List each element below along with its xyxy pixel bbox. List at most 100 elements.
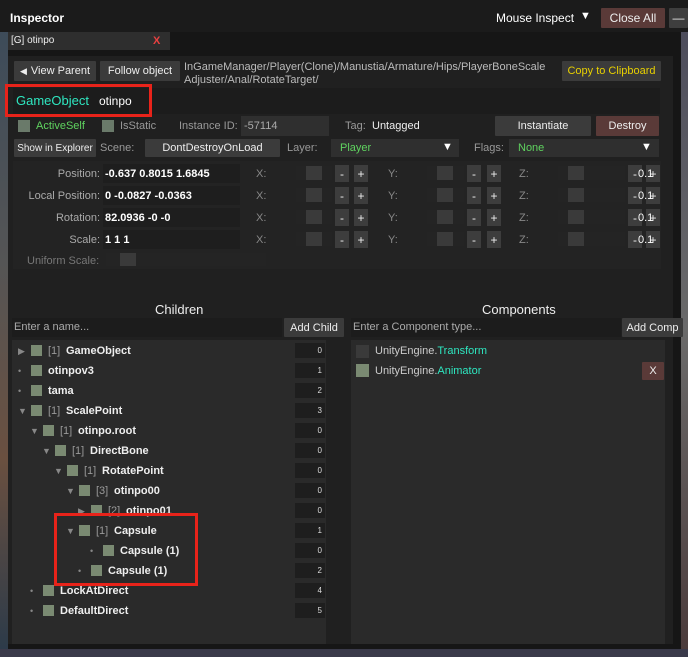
- axis-slider-knob[interactable]: [306, 188, 322, 202]
- transform-component-checkbox[interactable]: [356, 345, 369, 358]
- axis-slider-knob[interactable]: [306, 232, 322, 246]
- bullet-icon: •: [18, 366, 22, 376]
- expand-arrow-icon[interactable]: ▼: [42, 446, 51, 456]
- increment-button[interactable]: +: [487, 165, 501, 182]
- components-header: Components: [482, 302, 556, 317]
- scene-label: Scene:: [100, 142, 135, 154]
- child-sibling-index[interactable]: 0: [295, 443, 325, 458]
- child-active-checkbox[interactable]: [43, 585, 54, 596]
- child-item-6[interactable]: ▼ [1] RotatePoint 0: [12, 461, 325, 481]
- animator-component-checkbox[interactable]: [356, 364, 369, 377]
- child-sibling-index[interactable]: 2: [295, 563, 325, 578]
- transform-component-label[interactable]: UnityEngine.Transform: [375, 346, 487, 357]
- axis-slider-knob[interactable]: [306, 166, 322, 180]
- child-sibling-index[interactable]: 0: [295, 543, 325, 558]
- minimize-button[interactable]: —: [669, 8, 688, 28]
- decrement-button[interactable]: -: [335, 165, 349, 182]
- child-item-2[interactable]: • tama 2: [12, 381, 325, 401]
- tag-value[interactable]: Untagged: [372, 121, 420, 132]
- child-active-checkbox[interactable]: [31, 365, 42, 376]
- child-item-3[interactable]: ▼ [1] ScalePoint 3: [12, 401, 325, 421]
- expand-arrow-icon[interactable]: ▼: [30, 426, 39, 436]
- uniform-scale-knob[interactable]: [120, 253, 136, 266]
- step-value[interactable]: 0.1: [638, 213, 653, 224]
- show-in-explorer-button[interactable]: Show in Explorer: [14, 139, 96, 157]
- add-component-button[interactable]: Add Comp: [622, 318, 683, 337]
- add-child-button[interactable]: Add Child: [284, 318, 344, 337]
- child-item-13[interactable]: • DefaultDirect 5: [12, 601, 325, 621]
- dropdown-arrow-icon[interactable]: ▼: [580, 11, 591, 22]
- child-sibling-index[interactable]: 3: [295, 403, 325, 418]
- child-sibling-index[interactable]: 0: [295, 343, 325, 358]
- axis-slider-knob[interactable]: [568, 166, 584, 180]
- child-sibling-index[interactable]: 4: [295, 583, 325, 598]
- transform-row-value: 0 -0.0827 -0.0363: [105, 190, 192, 202]
- expand-arrow-icon[interactable]: ▼: [18, 406, 27, 416]
- axis-slider-knob[interactable]: [568, 210, 584, 224]
- child-active-checkbox[interactable]: [31, 385, 42, 396]
- increment-button[interactable]: +: [354, 209, 368, 226]
- increment-button[interactable]: +: [354, 187, 368, 204]
- copy-to-clipboard-button[interactable]: Copy to Clipboard: [562, 61, 661, 81]
- child-sibling-index[interactable]: 0: [295, 463, 325, 478]
- increment-button[interactable]: +: [487, 209, 501, 226]
- child-active-checkbox[interactable]: [43, 605, 54, 616]
- child-sibling-index[interactable]: 0: [295, 423, 325, 438]
- child-active-checkbox[interactable]: [67, 465, 78, 476]
- is-static-checkbox[interactable]: [102, 120, 114, 132]
- child-item-0[interactable]: ▶ [1] GameObject 0: [12, 341, 325, 361]
- remove-animator-button[interactable]: X: [642, 362, 664, 380]
- axis-label: X:: [256, 212, 267, 224]
- step-value[interactable]: 0.1: [638, 235, 653, 246]
- decrement-button[interactable]: -: [467, 231, 481, 248]
- flags-dropdown-arrow-icon: ▼: [641, 141, 652, 153]
- axis-slider-knob[interactable]: [437, 188, 453, 202]
- decrement-button[interactable]: -: [467, 165, 481, 182]
- increment-button[interactable]: +: [487, 231, 501, 248]
- decrement-button[interactable]: -: [467, 209, 481, 226]
- close-all-button[interactable]: Close All: [601, 8, 665, 28]
- active-self-checkbox[interactable]: [18, 120, 30, 132]
- decrement-button[interactable]: -: [467, 187, 481, 204]
- child-sibling-index[interactable]: 0: [295, 483, 325, 498]
- axis-slider-knob[interactable]: [568, 188, 584, 202]
- child-item-1[interactable]: • otinpov3 1: [12, 361, 325, 381]
- axis-slider-knob[interactable]: [306, 210, 322, 224]
- child-active-checkbox[interactable]: [31, 405, 42, 416]
- expand-arrow-icon[interactable]: ▼: [54, 466, 63, 476]
- destroy-button[interactable]: Destroy: [596, 116, 659, 136]
- increment-button[interactable]: +: [354, 165, 368, 182]
- expand-arrow-icon[interactable]: ▼: [66, 486, 75, 496]
- decrement-button[interactable]: -: [335, 187, 349, 204]
- step-value[interactable]: 0.1: [638, 169, 653, 180]
- child-item-5[interactable]: ▼ [1] DirectBone 0: [12, 441, 325, 461]
- view-parent-button[interactable]: ◀ View Parent: [14, 61, 96, 81]
- decrement-button[interactable]: -: [335, 209, 349, 226]
- axis-slider-knob[interactable]: [568, 232, 584, 246]
- mouse-inspect-dropdown[interactable]: Mouse Inspect: [496, 12, 574, 24]
- child-sibling-index[interactable]: 5: [295, 603, 325, 618]
- axis-slider-knob[interactable]: [437, 166, 453, 180]
- child-active-checkbox[interactable]: [43, 425, 54, 436]
- tab-close-icon[interactable]: X: [153, 36, 160, 47]
- child-sibling-index[interactable]: 2: [295, 383, 325, 398]
- decrement-button[interactable]: -: [335, 231, 349, 248]
- increment-button[interactable]: +: [354, 231, 368, 248]
- child-sibling-index[interactable]: 0: [295, 503, 325, 518]
- child-item-7[interactable]: ▼ [3] otinpo00 0: [12, 481, 325, 501]
- child-active-checkbox[interactable]: [55, 445, 66, 456]
- child-item-4[interactable]: ▼ [1] otinpo.root 0: [12, 421, 325, 441]
- instantiate-button[interactable]: Instantiate: [495, 116, 591, 136]
- expand-arrow-icon[interactable]: ▶: [18, 346, 25, 357]
- animator-component-label[interactable]: UnityEngine.Animator: [375, 366, 481, 377]
- child-sibling-index[interactable]: 1: [295, 523, 325, 538]
- child-sibling-index[interactable]: 1: [295, 363, 325, 378]
- step-value[interactable]: 0.1: [638, 191, 653, 202]
- axis-slider-knob[interactable]: [437, 232, 453, 246]
- scene-button[interactable]: DontDestroyOnLoad: [145, 139, 280, 157]
- child-active-checkbox[interactable]: [79, 485, 90, 496]
- axis-slider-knob[interactable]: [437, 210, 453, 224]
- increment-button[interactable]: +: [487, 187, 501, 204]
- child-active-checkbox[interactable]: [31, 345, 42, 356]
- follow-object-button[interactable]: Follow object: [100, 61, 180, 81]
